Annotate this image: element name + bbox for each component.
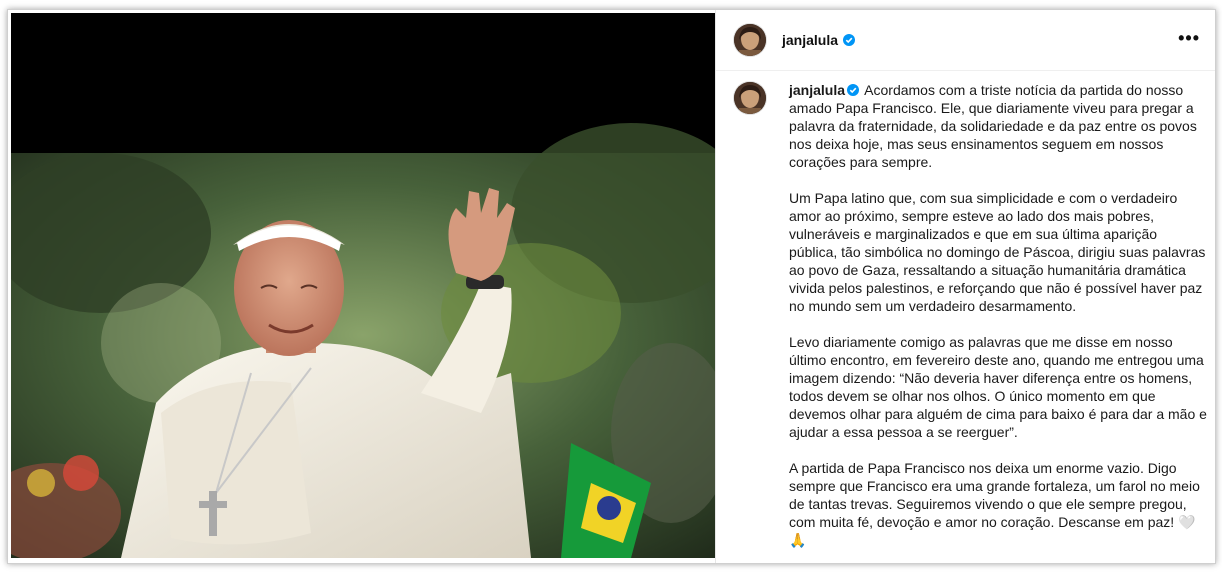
pope-waving-photo (11, 13, 715, 558)
verified-badge-icon (843, 34, 856, 46)
caption-paragraph-4: A partida de Papa Francisco nos deixa um… (789, 460, 1200, 548)
avatar-image (734, 82, 766, 114)
post-photo[interactable] (11, 13, 715, 558)
post-caption: janjalula Acordamos com a triste notícia… (789, 81, 1209, 563)
header-username[interactable]: janjalula (782, 32, 838, 48)
avatar-image (734, 24, 766, 56)
caption-author-avatar[interactable] (734, 82, 766, 114)
more-options-icon[interactable]: ••• (1178, 29, 1200, 47)
post-side-panel: janjalula ••• janjalula Acordamos com a … (715, 10, 1215, 563)
instagram-post-frame: janjalula ••• janjalula Acordamos com a … (7, 9, 1216, 564)
author-avatar[interactable] (734, 24, 766, 56)
verified-badge-icon (847, 84, 860, 96)
caption-paragraph-3: Levo diariamente comigo as palavras que … (789, 334, 1207, 440)
header-username-row: janjalula (782, 32, 856, 48)
post-header: janjalula ••• (716, 10, 1215, 71)
caption-paragraph-1: janjalula Acordamos com a triste notícia… (789, 81, 1209, 171)
caption-username[interactable]: janjalula (789, 82, 845, 98)
caption-paragraph-2: Um Papa latino que, com sua simplicidade… (789, 190, 1206, 314)
